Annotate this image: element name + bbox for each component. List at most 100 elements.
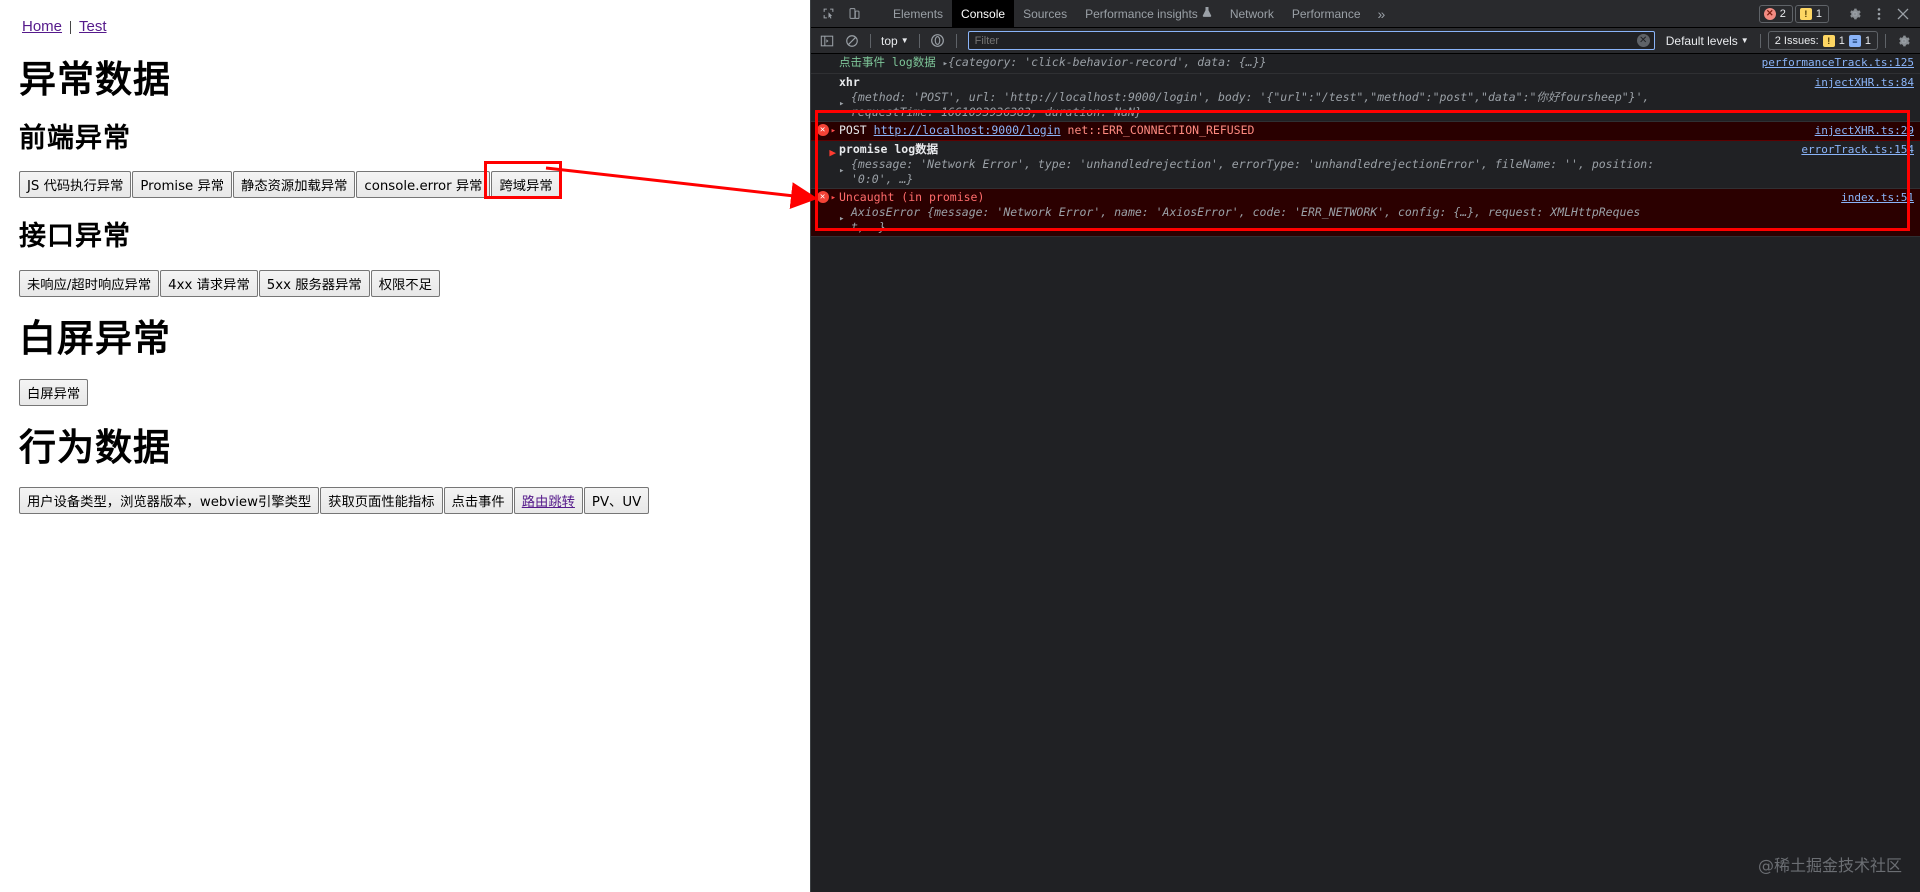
console-row-click-event-log[interactable]: 点击事件 log数据 ▸{category: 'click-behavior-r… xyxy=(811,54,1920,74)
button-cors-exception[interactable]: 跨域异常 xyxy=(491,171,561,199)
top-nav: Home | Test xyxy=(10,10,800,38)
console-filter-input[interactable] xyxy=(972,33,1637,48)
issues-summary-button[interactable]: 2 Issues: ! 1 ≡ 1 xyxy=(1767,31,1878,50)
xhr-expand-triangle-icon[interactable]: ▸ xyxy=(839,97,844,112)
button-click-event[interactable]: 点击事件 xyxy=(443,487,513,515)
error-status-text: net::ERR_CONNECTION_REFUSED xyxy=(1067,123,1255,137)
axios-error-line2: t, …} xyxy=(851,220,886,234)
tab-console-label: Console xyxy=(961,6,1006,21)
console-toolbar-divider-3 xyxy=(955,33,957,48)
gear-icon[interactable] xyxy=(1844,3,1866,25)
log-label-click-event: 点击事件 log数据 xyxy=(839,55,936,69)
console-settings-gear-icon[interactable] xyxy=(1893,31,1915,51)
console-row-uncaught-promise-error[interactable]: ✕ ▸ Uncaught (in promise) ▸ AxiosError {… xyxy=(811,189,1920,237)
request-url-link[interactable]: http://localhost:9000/login xyxy=(874,123,1061,137)
tab-elements-label: Elements xyxy=(893,6,944,21)
issues-info-count: 1 xyxy=(1864,34,1871,47)
console-toolbar-divider-2 xyxy=(918,33,920,48)
button-5xx-server-exception[interactable]: 5xx 服务器异常 xyxy=(258,270,370,298)
highlighted-button-wrapper: 跨域异常 xyxy=(484,161,563,200)
page-title-behavior-data: 行为数据 xyxy=(19,424,171,469)
button-insufficient-permission[interactable]: 权限不足 xyxy=(370,270,440,298)
promise-object-line2: '0:0', …} xyxy=(851,172,914,186)
clear-filter-icon[interactable]: ✕ xyxy=(1636,34,1650,47)
behavior-data-button-row: 用户设备类型，浏览器版本，webview引擎类型 获取页面性能指标 点击事件 路… xyxy=(19,487,800,515)
levels-chevron-down-icon: ▼ xyxy=(1740,36,1749,45)
issues-info-icon: ≡ xyxy=(1848,34,1861,47)
console-log-list[interactable]: 点击事件 log数据 ▸ {category: 'click-behavior-r… xyxy=(811,54,1920,889)
tab-sources[interactable]: Sources xyxy=(1014,0,1076,27)
web-page-panel: Home | Test 异常数据 前端异常 JS 代码执行异常 Promise 异常… xyxy=(0,0,810,892)
warning-count-badge[interactable]: ! 1 xyxy=(1794,4,1829,23)
tab-elements[interactable]: Elements xyxy=(884,0,952,27)
clear-console-icon[interactable] xyxy=(841,31,863,51)
tab-performance-insights[interactable]: Performance insights xyxy=(1076,0,1221,27)
source-link-inject-xhr-29[interactable]: injectXHR.ts:29 xyxy=(1815,123,1914,138)
more-tabs-icon[interactable]: » xyxy=(1370,0,1394,27)
live-expression-icon[interactable] xyxy=(927,31,949,51)
button-no-response-timeout[interactable]: 未响应/超时响应异常 xyxy=(19,270,160,298)
device-toolbar-icon[interactable] xyxy=(843,3,865,25)
console-toolbar-divider-5 xyxy=(1885,33,1886,48)
axios-error-triangle-icon[interactable]: ▸ xyxy=(839,212,844,227)
warning-square-icon: ! xyxy=(1799,7,1812,20)
request-method: POST xyxy=(839,123,867,137)
tabbar-spacer xyxy=(1393,0,1758,27)
button-white-screen-exception[interactable]: 白屏异常 xyxy=(19,378,89,406)
uncaught-expand-triangle-icon[interactable]: ▸ xyxy=(831,191,836,206)
source-link-index-ts[interactable]: index.ts:51 xyxy=(1841,190,1914,205)
promise-object-triangle-icon[interactable]: ▸ xyxy=(839,164,844,179)
devtools-tabbar-actions: ✕ 2 ! 1 xyxy=(1758,0,1920,27)
tab-performance[interactable]: Performance xyxy=(1283,0,1370,27)
xhr-detail: ▸ {method: 'POST', url: 'http://localhos… xyxy=(839,90,1800,120)
tab-performance-label: Performance xyxy=(1291,6,1361,21)
kebab-menu-icon[interactable] xyxy=(1868,3,1890,25)
issues-label: 2 Issues: xyxy=(1774,34,1819,47)
console-filter-box[interactable]: ✕ xyxy=(967,31,1655,50)
nav-separator: | xyxy=(69,19,73,35)
promise-detail: ▸ {message: 'Network Error', type: 'unha… xyxy=(839,157,1800,187)
issues-warning-icon: ! xyxy=(1822,34,1835,47)
nav-link-home[interactable]: Home xyxy=(22,18,62,35)
row-gutter xyxy=(811,75,839,120)
tab-console[interactable]: Console xyxy=(952,0,1015,27)
console-log-levels-selector[interactable]: Default levels ▼ xyxy=(1662,34,1753,48)
console-context-selector[interactable]: top ▼ xyxy=(878,34,912,48)
row-content: 点击事件 log数据 ▸{category: 'click-behavior-r… xyxy=(839,55,1920,72)
close-icon[interactable] xyxy=(1892,3,1914,25)
error-expand-triangle-icon[interactable]: ▸ xyxy=(831,124,836,139)
button-promise-exception[interactable]: Promise 异常 xyxy=(132,171,233,199)
console-row-xhr-log[interactable]: xhr ▸ {method: 'POST', url: 'http://loca… xyxy=(811,74,1920,122)
promise-title: promise log数据 xyxy=(839,142,939,156)
button-js-code-exception[interactable]: JS 代码执行异常 xyxy=(19,171,132,199)
console-sidebar-icon[interactable] xyxy=(816,31,838,51)
error-count-badge[interactable]: ✕ 2 xyxy=(1758,4,1793,23)
source-link-performance-track[interactable]: performanceTrack.ts:125 xyxy=(1762,55,1914,70)
api-exception-button-row: 未响应/超时响应异常 4xx 请求异常 5xx 服务器异常 权限不足 xyxy=(19,270,800,298)
promise-expand-triangle-icon[interactable]: ▶ xyxy=(829,145,836,160)
devtools-tabbar: Elements Console Sources Performance ins… xyxy=(811,0,1920,28)
xhr-object-line1: {method: 'POST', url: 'http://localhost:… xyxy=(851,90,1650,104)
console-toolbar-divider-4 xyxy=(1759,33,1761,48)
source-link-error-track[interactable]: errorTrack.ts:154 xyxy=(1801,142,1914,157)
log-object-preview: {category: 'click-behavior-record', data… xyxy=(948,55,1267,69)
button-4xx-request-exception[interactable]: 4xx 请求异常 xyxy=(160,270,258,298)
section-heading-white-screen: 白屏异常 xyxy=(19,316,171,361)
console-row-promise-log[interactable]: ▶ promise log数据 ▸ {message: 'Network Err… xyxy=(811,141,1920,189)
tab-network[interactable]: Network xyxy=(1221,0,1283,27)
console-row-network-error[interactable]: ✕ ▸ POST http://localhost:9000/login net… xyxy=(811,122,1920,141)
button-pv-uv[interactable]: PV、UV xyxy=(583,487,650,515)
source-link-inject-xhr-84[interactable]: injectXHR.ts:84 xyxy=(1815,75,1914,90)
uncaught-title: Uncaught (in promise) xyxy=(839,190,985,204)
row-content: Uncaught (in promise) ▸ AxiosError {mess… xyxy=(839,190,1920,235)
button-device-browser-webview[interactable]: 用户设备类型，浏览器版本，webview引擎类型 xyxy=(19,487,320,515)
section-heading-frontend-exception: 前端异常 xyxy=(19,122,131,154)
page-title-exception-data: 异常数据 xyxy=(19,57,171,101)
button-page-performance-metrics[interactable]: 获取页面性能指标 xyxy=(320,487,443,515)
inspect-element-icon[interactable] xyxy=(817,3,839,25)
button-console-error-exception[interactable]: console.error 异常 xyxy=(356,171,491,199)
button-route-navigation[interactable]: 路由跳转 xyxy=(513,487,583,515)
row-content: promise log数据 ▸ {message: 'Network Error… xyxy=(839,142,1920,187)
button-static-resource-exception[interactable]: 静态资源加载异常 xyxy=(233,171,356,199)
nav-link-test[interactable]: Test xyxy=(79,18,107,35)
